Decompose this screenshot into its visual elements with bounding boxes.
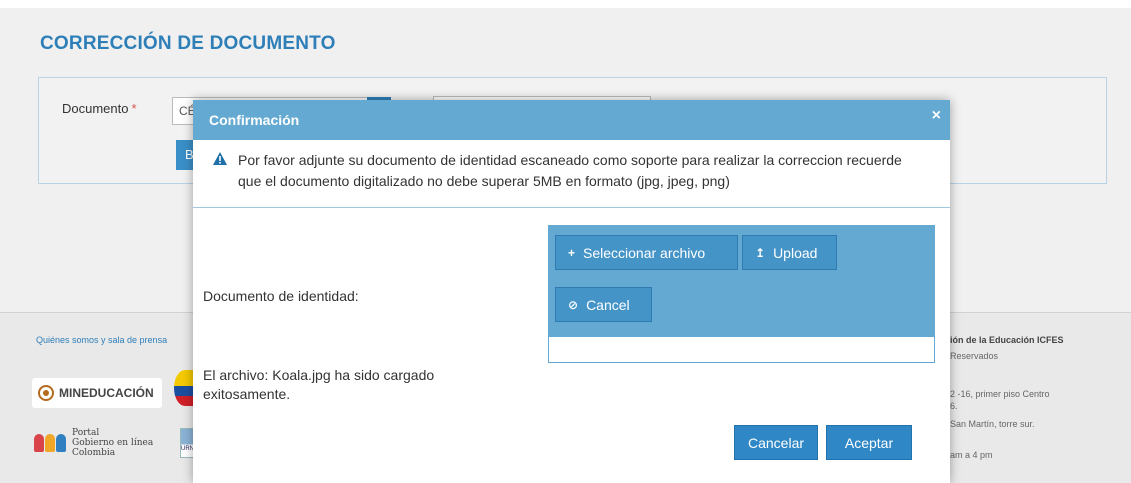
close-icon[interactable]: × <box>932 107 941 125</box>
plus-icon: + <box>568 245 576 260</box>
cancel-icon: ⊘ <box>568 297 579 312</box>
cancel-upload-button[interactable]: ⊘ Cancel <box>555 287 652 322</box>
upload-button[interactable]: ↥ Upload <box>742 235 837 270</box>
dialog-header: Confirmación × <box>193 100 950 140</box>
identity-document-label: Documento de identidad: <box>203 288 359 304</box>
info-alert: Por favor adjunte su documento de identi… <box>193 140 950 208</box>
uploader-toolbar: + Seleccionar archivo ↥ Upload ⊘ Cancel <box>549 226 934 337</box>
upload-icon: ↥ <box>755 245 766 260</box>
upload-label: Upload <box>773 244 818 261</box>
warning-icon <box>213 152 227 165</box>
cancel-button[interactable]: Cancelar <box>734 425 818 460</box>
dialog-title: Confirmación <box>209 112 300 128</box>
upload-status-message: El archivo: Koala.jpg ha sido cargado ex… <box>203 367 435 402</box>
select-file-button[interactable]: + Seleccionar archivo <box>555 235 738 270</box>
alert-message: Por favor adjunte su documento de identi… <box>238 152 902 189</box>
modal-overlay: Confirmación × Por favor adjunte su docu… <box>0 0 1131 483</box>
cancel-upload-label: Cancel <box>586 296 630 313</box>
uploaded-files-list <box>549 337 934 362</box>
select-file-label: Seleccionar archivo <box>583 244 706 261</box>
confirmation-dialog: Confirmación × Por favor adjunte su docu… <box>193 100 950 483</box>
accept-button[interactable]: Aceptar <box>826 425 912 460</box>
file-uploader: + Seleccionar archivo ↥ Upload ⊘ Cancel <box>548 225 935 363</box>
